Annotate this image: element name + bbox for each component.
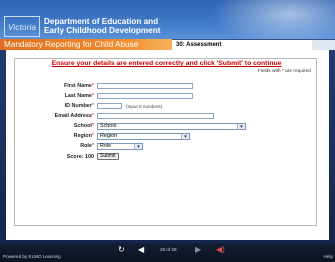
email-label-text: Email Address bbox=[54, 113, 92, 119]
app-stage: Victoria Department of Education and Ear… bbox=[0, 0, 335, 262]
volume-icon[interactable]: ◀) bbox=[216, 245, 225, 254]
id-number-required-mark: * bbox=[91, 103, 94, 109]
last-name-input[interactable] bbox=[97, 93, 193, 99]
step-scroll-end bbox=[312, 40, 335, 50]
first-name-label-text: First Name bbox=[64, 83, 92, 89]
reload-icon[interactable]: ↻ bbox=[118, 245, 125, 254]
role-select-value: Role bbox=[100, 143, 112, 149]
school-label: School* bbox=[17, 123, 94, 129]
role-required-mark: * bbox=[91, 143, 94, 149]
assessment-form: Ensure your details are entered correctl… bbox=[14, 58, 317, 226]
school-select-value: School bbox=[100, 123, 117, 129]
help-link[interactable]: Help bbox=[324, 254, 333, 259]
email-input[interactable] bbox=[97, 113, 214, 119]
region-required-mark: * bbox=[91, 133, 94, 139]
id-number-hint: (Input 8 numbers) bbox=[126, 104, 163, 109]
id-number-label-text: ID Number bbox=[64, 103, 92, 109]
school-label-text: School bbox=[73, 123, 92, 129]
score-label: Score: 100 bbox=[66, 154, 94, 160]
submit-button[interactable]: Submit bbox=[97, 153, 119, 160]
first-name-required-mark: * bbox=[91, 83, 94, 89]
required-note-suffix: are required bbox=[285, 69, 311, 74]
school-required-mark: * bbox=[91, 123, 94, 129]
content-area: Ensure your details are entered correctl… bbox=[6, 50, 329, 240]
chevron-down-icon: ▼ bbox=[181, 134, 189, 139]
school-select[interactable]: School ▼ bbox=[97, 123, 246, 130]
logo-text: Victoria bbox=[8, 23, 37, 32]
first-name-input[interactable] bbox=[97, 83, 193, 89]
department-line1: Department of Education and bbox=[44, 17, 159, 26]
back-arrow-icon[interactable]: ◀ bbox=[138, 245, 144, 254]
role-select[interactable]: Role ▼ bbox=[97, 143, 143, 150]
id-number-input[interactable] bbox=[97, 103, 122, 109]
region-select-value: Region bbox=[100, 133, 118, 139]
header-glow bbox=[205, 0, 335, 39]
course-bar: Mandatory Reporting for Child Abuse 30: … bbox=[0, 39, 335, 50]
step-title: 30: Assessment bbox=[172, 40, 312, 50]
region-select[interactable]: Region ▼ bbox=[97, 133, 190, 140]
course-title: Mandatory Reporting for Child Abuse bbox=[0, 39, 172, 50]
region-label: Region* bbox=[17, 133, 94, 139]
last-name-required-mark: * bbox=[91, 93, 94, 99]
page-indicator: 29 of 29 bbox=[160, 247, 177, 252]
last-name-label-text: Last Name bbox=[64, 93, 92, 99]
email-required-mark: * bbox=[91, 113, 94, 119]
role-label-text: Role bbox=[80, 143, 92, 149]
chevron-down-icon: ▼ bbox=[237, 124, 245, 129]
powered-by: Powered by ELMO Learning bbox=[3, 254, 61, 259]
required-note: Fields with * are required bbox=[258, 69, 311, 74]
required-note-star: * bbox=[281, 69, 284, 74]
player-footer: Powered by ELMO Learning ↻ ◀ 29 of 29 ▶ … bbox=[0, 243, 335, 262]
role-label: Role* bbox=[17, 143, 94, 149]
department-title: Department of Education and Early Childh… bbox=[44, 17, 160, 35]
victoria-logo: Victoria bbox=[4, 16, 40, 37]
last-name-label: Last Name* bbox=[17, 93, 94, 99]
required-note-text: Fields with bbox=[257, 69, 281, 74]
forward-arrow-icon[interactable]: ▶ bbox=[195, 245, 201, 254]
submit-notice: Ensure your details are entered correctl… bbox=[51, 60, 282, 67]
email-label: Email Address* bbox=[17, 113, 94, 119]
chevron-down-icon: ▼ bbox=[134, 144, 142, 149]
header: Victoria Department of Education and Ear… bbox=[0, 0, 335, 39]
department-line2: Early Childhood Development bbox=[44, 26, 161, 35]
first-name-label: First Name* bbox=[17, 83, 94, 89]
id-number-label: ID Number* bbox=[17, 103, 94, 109]
region-label-text: Region bbox=[73, 133, 92, 139]
